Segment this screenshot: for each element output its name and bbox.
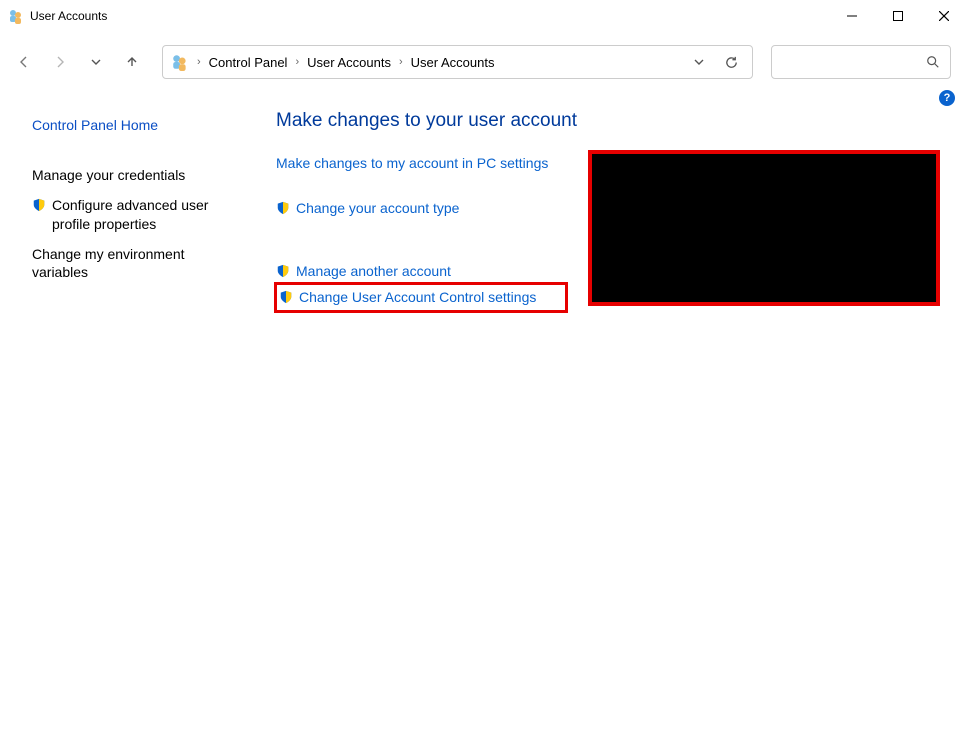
action-label: Manage another account [296, 262, 451, 281]
action-label: Change your account type [296, 199, 459, 218]
breadcrumb-segment[interactable]: User Accounts [307, 55, 391, 70]
action-label: Make changes to my account in PC setting… [276, 154, 548, 173]
titlebar: User Accounts [0, 0, 967, 32]
nav-up-button[interactable] [118, 48, 146, 76]
content: Control Panel Home Manage your credentia… [0, 106, 967, 310]
shield-icon [279, 290, 293, 304]
window-title: User Accounts [30, 9, 829, 23]
breadcrumb-segment[interactable]: Control Panel [209, 55, 288, 70]
shield-icon [276, 201, 290, 215]
user-accounts-icon [8, 8, 24, 24]
chevron-right-icon: › [195, 56, 203, 68]
action-column: Make changes to my account in PC setting… [276, 150, 566, 310]
help-icon[interactable]: ? [939, 90, 955, 106]
sidebar-item-label: Manage your credentials [32, 166, 185, 184]
control-panel-home-link[interactable]: Control Panel Home [32, 110, 246, 140]
chevron-right-icon: › [397, 56, 405, 68]
sidebar-item-label: Configure advanced user profile properti… [52, 196, 232, 232]
search-input[interactable] [771, 45, 951, 79]
breadcrumb-bar[interactable]: › Control Panel › User Accounts › User A… [162, 45, 753, 79]
breadcrumb-dropdown-button[interactable] [686, 49, 712, 75]
window-controls [829, 0, 967, 32]
action-change-account-type[interactable]: Change your account type [276, 195, 566, 222]
action-label: Change User Account Control settings [299, 288, 536, 307]
sidebar-item-env-variables[interactable]: Change my environment variables [32, 239, 246, 287]
sidebar-home-label: Control Panel Home [32, 116, 158, 134]
breadcrumb-segment[interactable]: User Accounts [411, 55, 495, 70]
shield-icon [276, 264, 290, 278]
help-row: ? [0, 84, 967, 106]
page-heading: Make changes to your user account [276, 110, 943, 132]
close-button[interactable] [921, 0, 967, 32]
user-accounts-icon [171, 53, 189, 71]
minimize-button[interactable] [829, 0, 875, 32]
refresh-button[interactable] [718, 49, 744, 75]
main-row: Make changes to my account in PC setting… [276, 150, 943, 310]
action-manage-another-account[interactable]: Manage another account [276, 258, 566, 285]
toolbar: › Control Panel › User Accounts › User A… [0, 40, 967, 84]
sidebar-item-manage-credentials[interactable]: Manage your credentials [32, 160, 246, 190]
search-icon [926, 55, 940, 69]
sidebar-item-advanced-profile[interactable]: Configure advanced user profile properti… [32, 190, 246, 238]
nav-forward-button[interactable] [46, 48, 74, 76]
chevron-right-icon: › [293, 56, 301, 68]
action-pc-settings[interactable]: Make changes to my account in PC setting… [276, 150, 566, 177]
nav-recent-button[interactable] [82, 48, 110, 76]
sidebar-item-label: Change my environment variables [32, 245, 212, 281]
sidebar: Control Panel Home Manage your credentia… [14, 106, 254, 310]
action-change-uac-settings[interactable]: Change User Account Control settings [274, 282, 568, 313]
maximize-button[interactable] [875, 0, 921, 32]
main-panel: Make changes to your user account Make c… [254, 106, 953, 310]
account-preview-box [588, 150, 940, 306]
shield-icon [32, 198, 46, 212]
nav-back-button[interactable] [10, 48, 38, 76]
